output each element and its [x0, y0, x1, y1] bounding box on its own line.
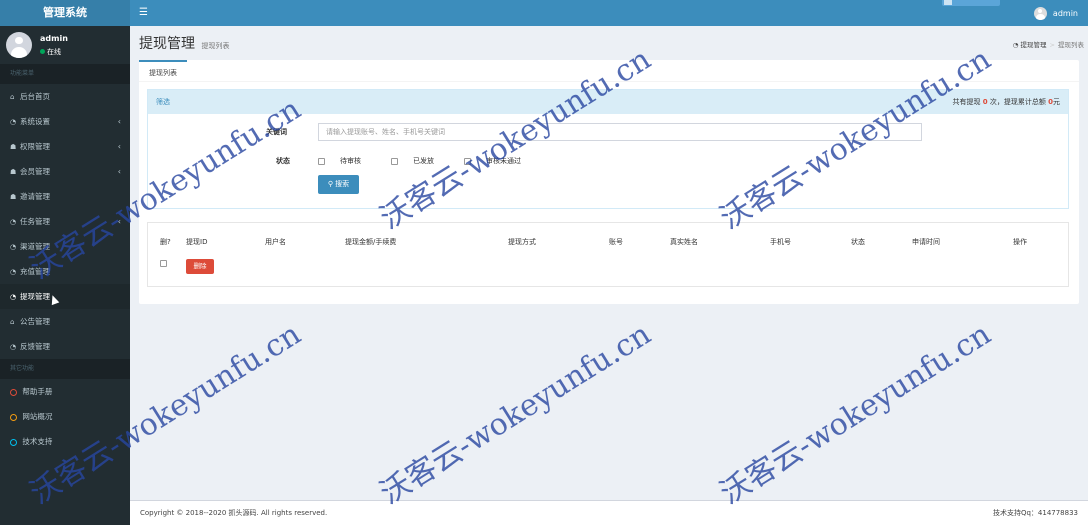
- checkbox[interactable]: [391, 157, 398, 165]
- users-icon: ☗: [10, 193, 17, 201]
- page-title: 提现管理: [139, 36, 195, 52]
- sidebar-item-members[interactable]: ☗ 会员管理 ‹: [0, 159, 130, 184]
- home-icon: ⌂: [10, 318, 15, 326]
- circle-icon: [10, 413, 17, 421]
- support-text: 技术支持Qq：414778833: [992, 509, 1078, 517]
- chevron-left-icon: ‹: [117, 167, 121, 176]
- user-panel: admin 在线: [0, 26, 130, 64]
- chevron-left-icon: ‹: [117, 217, 121, 226]
- sidebar-item-tasks[interactable]: ◔ 任务管理 ‹: [0, 209, 130, 234]
- sidebar-item-recharge[interactable]: ◔ 充值管理: [0, 259, 130, 284]
- sidebar-item-system[interactable]: ◔ 系统设置 ‹: [0, 109, 130, 134]
- avatar: [1033, 6, 1047, 20]
- main-panel: 提现列表 筛选 共有提现 0 次，提现累计总额 0元 关键词 请输入提现账号、姓…: [139, 60, 1079, 304]
- sidebar-item-permission[interactable]: ☗ 权限管理 ‹: [0, 134, 130, 159]
- breadcrumb-current: 提现列表: [1058, 41, 1084, 49]
- circle-icon: [10, 388, 17, 396]
- filter-header: 筛选 共有提现 0 次，提现累计总额 0元: [148, 90, 1068, 114]
- dashboard-icon: ◔: [10, 268, 17, 276]
- sidebar-item-invite[interactable]: ☗ 邀请管理: [0, 184, 130, 209]
- dashboard-icon: ◔: [1012, 41, 1021, 49]
- app-logo[interactable]: 管理系统: [0, 0, 130, 26]
- nav-header-main: 功能菜单: [0, 64, 130, 84]
- content-header: 提现管理 提现列表: [139, 33, 230, 53]
- keyword-input[interactable]: 请输入提现账号、姓名、手机号关键词: [318, 123, 922, 141]
- dashboard-icon: ◔: [10, 218, 17, 226]
- status-checkbox-group: 待审核 已发放 审核未通过: [318, 156, 551, 166]
- withdraw-summary: 共有提现 0 次，提现累计总额 0元: [952, 98, 1060, 106]
- status-option-pending[interactable]: 待审核: [318, 156, 376, 166]
- dashboard-icon: ◔: [10, 118, 17, 126]
- checkbox[interactable]: [464, 157, 471, 165]
- status-option-rejected[interactable]: 审核未通过: [464, 156, 536, 166]
- table-header: 申请时间: [912, 238, 940, 246]
- chevron-left-icon: ‹: [117, 117, 121, 126]
- status-label: 状态: [276, 157, 290, 165]
- table-header: 账号: [609, 238, 623, 246]
- dashboard-icon: ◔: [10, 343, 17, 351]
- sidebar-username: admin: [40, 34, 68, 43]
- avatar: [6, 32, 32, 58]
- sidebar-item-withdraw[interactable]: ◔ 提现管理: [0, 284, 130, 309]
- tab-bar: 提现列表: [139, 60, 1079, 82]
- table-header: 用户名: [265, 238, 286, 246]
- top-username: admin: [1052, 8, 1078, 18]
- copyright-text: Copyright © 2018--2020 抓头源码. All rights …: [140, 509, 328, 517]
- home-icon: ⌂: [10, 93, 15, 101]
- users-icon: ☗: [10, 168, 17, 176]
- sidebar-item-feedback[interactable]: ◔ 反馈管理: [0, 334, 130, 359]
- withdraw-table: 删? 提现ID 用户名 提现金额/手续费 提现方式 账号 真实姓名 手机号 状态…: [147, 222, 1069, 287]
- page-subtitle: 提现列表: [201, 42, 230, 50]
- filter-title: 筛选: [156, 98, 170, 106]
- bars-icon[interactable]: ☰: [139, 0, 148, 26]
- footer: Copyright © 2018--2020 抓头源码. All rights …: [130, 500, 1088, 525]
- table-header: 状态: [851, 238, 865, 246]
- table-header: 删?: [160, 238, 171, 246]
- chevron-left-icon: ‹: [117, 142, 121, 151]
- delete-button[interactable]: 删除: [186, 259, 214, 274]
- breadcrumb: ◔ 提现管理 > 提现列表: [1012, 41, 1084, 49]
- watermark: 沃客云-wokeyunfu.cn: [374, 316, 657, 512]
- dashboard-icon: ◔: [10, 293, 17, 301]
- sidebar-item-help[interactable]: 帮助手册: [0, 379, 130, 404]
- circle-icon: [10, 438, 17, 446]
- dashboard-icon: ◔: [10, 243, 17, 251]
- notification-badge[interactable]: [942, 0, 1000, 6]
- table-header: 操作: [1013, 238, 1027, 246]
- checkbox[interactable]: [318, 157, 325, 165]
- nav-header-other: 其它功能: [0, 359, 130, 379]
- table-header: 手机号: [770, 238, 791, 246]
- select-all-checkbox[interactable]: [160, 260, 167, 267]
- keyword-label: 关键词: [266, 128, 287, 136]
- breadcrumb-home[interactable]: 提现管理: [1021, 41, 1047, 49]
- status-dot-icon: [40, 49, 45, 54]
- search-button[interactable]: ⚲ 搜索: [318, 175, 359, 194]
- filter-box: 筛选 共有提现 0 次，提现累计总额 0元 关键词 请输入提现账号、姓名、手机号…: [147, 89, 1069, 209]
- users-icon: ☗: [10, 143, 17, 151]
- table-header: 提现金额/手续费: [345, 238, 397, 246]
- watermark: 沃客云-wokeyunfu.cn: [714, 316, 997, 512]
- online-status: 在线: [40, 47, 61, 57]
- table-header: 提现方式: [508, 238, 536, 246]
- status-option-paid[interactable]: 已发放: [391, 156, 449, 166]
- table-header: 真实姓名: [670, 238, 698, 246]
- user-menu[interactable]: admin: [1033, 6, 1078, 20]
- table-header: 提现ID: [186, 238, 208, 246]
- tab-withdraw-list[interactable]: 提现列表: [139, 60, 187, 82]
- top-navbar: 管理系统 ☰ admin: [0, 0, 1088, 26]
- sidebar-item-support[interactable]: 技术支持: [0, 429, 130, 454]
- sidebar-item-channel[interactable]: ◔ 渠道管理: [0, 234, 130, 259]
- sidebar-item-overview[interactable]: 网站概况: [0, 404, 130, 429]
- sidebar: admin 在线 功能菜单 ⌂ 后台首页 ◔ 系统设置 ‹ ☗ 权限管理 ‹ ☗ 会员管理 ‹…: [0, 26, 130, 525]
- sidebar-item-notice[interactable]: ⌂ 公告管理: [0, 309, 130, 334]
- sidebar-item-home[interactable]: ⌂ 后台首页: [0, 84, 130, 109]
